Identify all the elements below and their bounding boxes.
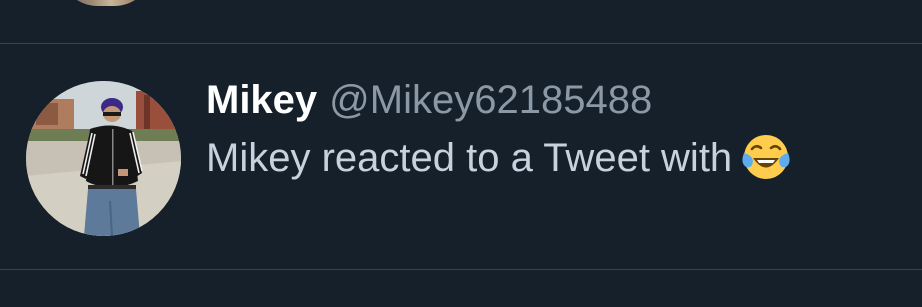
reaction-line: Mikey reacted to a Tweet with xyxy=(206,130,906,186)
notification-body: Mikey @Mikey62185488 Mikey reacted to a T… xyxy=(206,74,906,186)
previous-notification-avatar[interactable] xyxy=(58,0,154,6)
notifications-timeline: Mikey @Mikey62185488 Mikey reacted to a T… xyxy=(0,0,922,307)
user-handle[interactable]: @Mikey62185488 xyxy=(329,78,652,122)
reaction-notification[interactable]: Mikey @Mikey62185488 Mikey reacted to a T… xyxy=(0,44,922,269)
face-with-tears-of-joy-icon xyxy=(742,133,790,181)
display-name[interactable]: Mikey xyxy=(206,78,317,122)
author-line: Mikey @Mikey62185488 xyxy=(206,74,906,126)
avatar-photo xyxy=(26,81,181,236)
avatar[interactable] xyxy=(26,81,181,236)
divider xyxy=(0,269,922,270)
reaction-text: Mikey reacted to a Tweet with xyxy=(206,136,733,180)
